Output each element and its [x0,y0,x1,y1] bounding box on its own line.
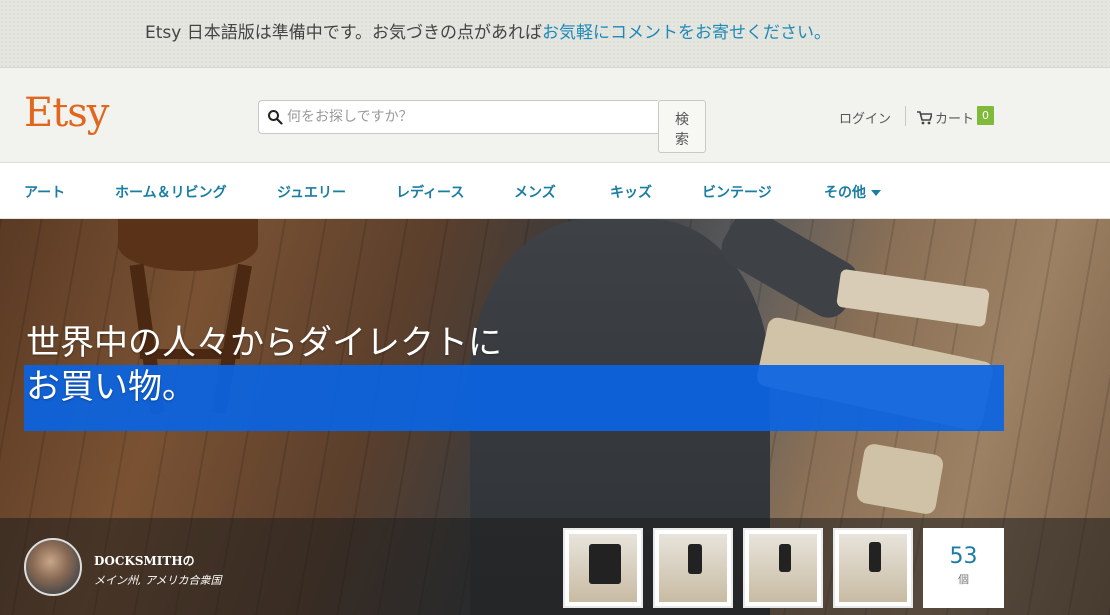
cart-icon [917,110,932,124]
phone-icon [779,544,791,572]
featured-shop-strip: DOCKSMITHの メイン州, アメリカ合衆国 53 個 [0,518,1110,615]
cart-count-badge: 0 [977,106,994,125]
shop-item-thumbnail[interactable] [833,528,913,608]
notice-text: Etsy 日本語版は準備中です。お気づきの点があれば [145,23,543,43]
category-vintage[interactable]: ビンテージ [702,182,772,202]
shop-item-count[interactable]: 53 個 [923,528,1004,608]
shop-item-count-number: 53 [949,544,978,569]
shop-name[interactable]: DOCKSMITHの [94,552,195,569]
notice-banner: Etsy 日本語版は準備中です。お気づきの点があればお気軽にコメントをお寄せくだ… [0,0,1110,68]
hero-stool [118,219,258,271]
cart-link[interactable]: カート [917,108,974,127]
search-input[interactable] [287,101,652,133]
search-button-label: 検索 [675,111,689,148]
category-mens[interactable]: メンズ [514,182,556,202]
search-icon [268,110,283,125]
tablet-icon [589,544,621,584]
login-link[interactable]: ログイン [839,108,891,127]
chevron-down-icon [871,190,881,196]
category-ladies[interactable]: レディース [396,182,464,202]
search-box [258,100,658,134]
category-jewelry[interactable]: ジュエリー [277,182,346,202]
shop-avatar[interactable] [24,538,82,596]
hero-title-line1: 世界中の人々からダイレクトに [26,323,502,363]
cart-label: カート [935,112,975,127]
shop-item-count-label: 個 [958,573,969,586]
category-nav: アート ホーム＆リビング ジュエリー レディース メンズ キッズ ビンテージ そ… [0,163,1110,219]
hero-banner: 世界中の人々からダイレクトに お買い物。 DOCKSMITHの メイン州, アメ… [0,219,1110,615]
shop-item-thumbnail[interactable] [653,528,733,608]
hero-title-line2: お買い物。 [26,367,196,407]
category-art[interactable]: アート [24,182,65,202]
category-home-living[interactable]: ホーム＆リビング [115,182,227,202]
phone-icon [688,544,702,574]
header-divider [905,106,906,126]
site-header: Etsy 検索 ログイン カート 0 [0,68,1110,163]
shop-location: メイン州, アメリカ合衆国 [94,574,222,587]
phone-icon [869,542,881,572]
hero-title: 世界中の人々からダイレクトに お買い物。 [26,321,586,409]
category-more-label: その他 [824,185,866,201]
etsy-logo[interactable]: Etsy [24,90,109,136]
search-button[interactable]: 検索 [658,100,706,153]
notice-feedback-link[interactable]: お気軽にコメントをお寄せください。 [542,23,831,43]
category-kids[interactable]: キッズ [610,182,652,202]
shop-item-thumbnail[interactable] [743,528,823,608]
shop-item-thumbnail[interactable] [563,528,643,608]
category-more[interactable]: その他 [824,182,881,202]
